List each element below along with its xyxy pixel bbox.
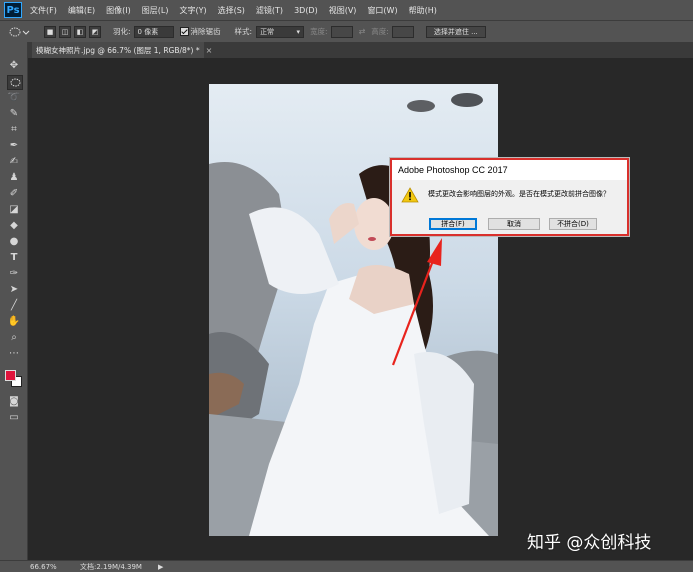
warning-icon (401, 187, 419, 203)
quick-selection-tool-icon[interactable]: ✎ (7, 107, 21, 120)
tools-panel: ✥ ➰ ✎ ⌗ ✒ ✍ ♟ ✐ ◪ ◆ ● T ✑ ➤ ╱ ✋ ⌕ ⋯ ◙ ▭ (0, 42, 28, 560)
select-and-mask-button[interactable]: 选择并遮住 ... (425, 25, 486, 38)
more-tools-icon[interactable]: ⋯ (7, 347, 21, 360)
line-tool-icon[interactable]: ╱ (7, 299, 21, 312)
color-swatches[interactable] (5, 370, 25, 390)
menu-select[interactable]: 选择(S) (218, 5, 245, 16)
swap-dimensions-icon[interactable]: ⇄ (359, 27, 366, 36)
subtract-selection-icon[interactable]: ◧ (74, 25, 86, 38)
marquee-preset-icon[interactable] (8, 26, 30, 38)
style-label: 样式: (234, 27, 253, 36)
zoom-tool-icon[interactable]: ⌕ (7, 331, 21, 344)
foreground-color-swatch[interactable] (5, 370, 16, 381)
eraser-tool-icon[interactable]: ◪ (7, 203, 21, 216)
menu-file[interactable]: 文件(F) (30, 5, 57, 16)
menu-3d[interactable]: 3D(D) (294, 6, 318, 15)
crop-tool-icon[interactable]: ⌗ (7, 123, 21, 136)
menu-view[interactable]: 视图(V) (329, 5, 357, 16)
feather-input[interactable]: 0 像素 (133, 25, 174, 38)
quick-mask-icon[interactable]: ◙ (7, 395, 21, 408)
style-select[interactable]: 正常 ▾ (256, 25, 305, 38)
width-input[interactable] (330, 25, 353, 38)
document-tab[interactable]: 模糊女神照片.jpg @ 66.7% (图层 1, RGB/8*) * × (32, 42, 212, 58)
width-label: 宽度: (310, 27, 328, 36)
document-image[interactable] (209, 84, 498, 536)
menu-bar: Ps 文件(F) 编辑(E) 图像(I) 图层(L) 文字(Y) 选择(S) 滤… (0, 0, 693, 20)
options-bar: ■ ◫ ◧ ◩ 羽化: 0 像素 消除锯齿 样式: 正常 ▾ 宽度: ⇄ 高度:… (0, 20, 693, 42)
photo-illustration (209, 84, 498, 536)
zoom-level[interactable]: 66.67% (30, 563, 78, 571)
style-select-value: 正常 (260, 27, 275, 36)
menu-filter[interactable]: 滤镜(T) (256, 5, 283, 16)
type-tool-icon[interactable]: T (7, 251, 21, 264)
history-brush-tool-icon[interactable]: ✐ (7, 187, 21, 200)
elliptical-marquee-tool-icon[interactable] (7, 75, 23, 90)
menu-type[interactable]: 文字(Y) (179, 5, 206, 16)
menu-image[interactable]: 图像(I) (106, 5, 131, 16)
flatten-button[interactable]: 拼合(F) (429, 218, 477, 230)
zhihu-watermark: 知乎 @众创科技 (527, 533, 652, 553)
screen-mode-icon[interactable]: ▭ (7, 411, 21, 424)
chevron-down-icon: ▾ (296, 27, 301, 36)
new-selection-icon[interactable]: ■ (44, 25, 56, 38)
eyedropper-tool-icon[interactable]: ✒ (7, 139, 21, 152)
move-tool-icon[interactable]: ✥ (7, 59, 21, 72)
document-tab-title: 模糊女神照片.jpg @ 66.7% (图层 1, RGB/8*) * (36, 45, 200, 55)
feather-label: 羽化: (113, 27, 131, 36)
menu-window[interactable]: 窗口(W) (367, 5, 397, 16)
lasso-tool-icon[interactable]: ➰ (7, 91, 21, 104)
height-input[interactable] (391, 25, 414, 38)
path-selection-tool-icon[interactable]: ➤ (7, 283, 21, 296)
document-tab-bar: 模糊女神照片.jpg @ 66.7% (图层 1, RGB/8*) * × (28, 42, 693, 58)
menu-edit[interactable]: 编辑(E) (68, 5, 95, 16)
status-menu-arrow-icon[interactable]: ▶ (158, 563, 163, 571)
stamp-tool-icon[interactable]: ♟ (7, 171, 21, 184)
antialias-checkbox[interactable] (179, 27, 189, 36)
burn-tool-icon[interactable]: ● (7, 235, 21, 248)
intersect-selection-icon[interactable]: ◩ (89, 25, 101, 38)
dialog-title: Adobe Photoshop CC 2017 (392, 160, 627, 180)
hand-tool-icon[interactable]: ✋ (7, 315, 21, 328)
cancel-button[interactable]: 取消 (488, 218, 540, 230)
pen-tool-icon[interactable]: ✑ (7, 267, 21, 280)
status-bar: 66.67% 文档:2.19M/4.39M ▶ (0, 560, 693, 572)
antialias-label: 消除锯齿 (190, 27, 221, 36)
dont-flatten-button[interactable]: 不拼合(D) (549, 218, 597, 230)
dialog-message: 模式更改会影响图层的外观。是否在模式更改前拼合图像？ (428, 190, 610, 198)
add-selection-icon[interactable]: ◫ (59, 25, 71, 38)
height-label: 高度: (371, 27, 389, 36)
document-info[interactable]: 文档:2.19M/4.39M (80, 562, 142, 572)
brush-tool-icon[interactable]: ✍ (7, 155, 21, 168)
menu-layer[interactable]: 图层(L) (142, 5, 169, 16)
menu-help[interactable]: 帮助(H) (409, 5, 437, 16)
gradient-tool-icon[interactable]: ◆ (7, 219, 21, 232)
close-icon[interactable]: × (206, 46, 213, 55)
flatten-dialog: Adobe Photoshop CC 2017 模式更改会影响图层的外观。是否在… (390, 158, 629, 236)
photoshop-logo-icon: Ps (4, 2, 22, 18)
